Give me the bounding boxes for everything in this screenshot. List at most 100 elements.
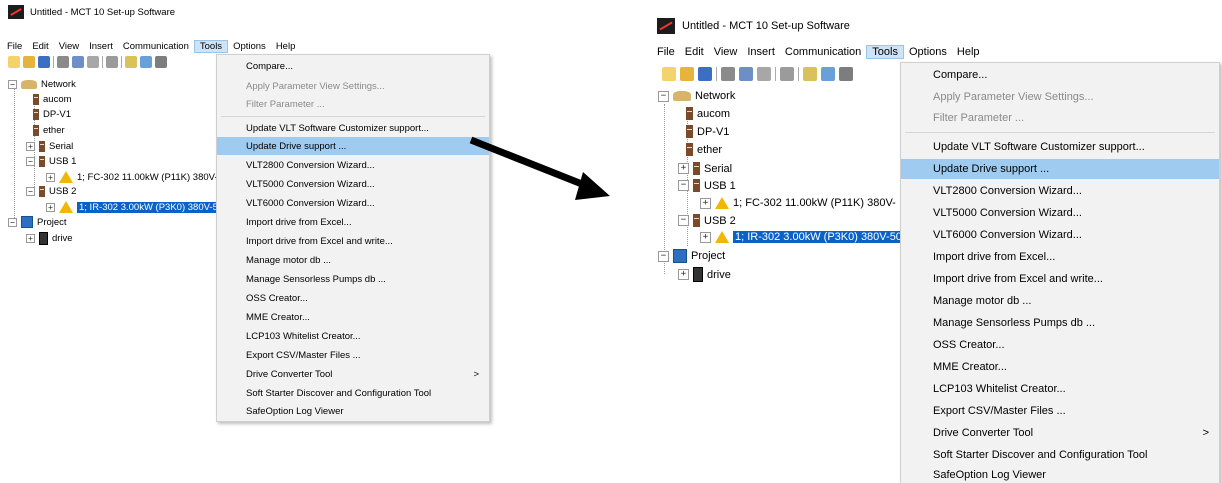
new-file-icon[interactable] [8, 56, 20, 68]
menu-item-vlt6000[interactable]: VLT6000 Conversion Wizard... [901, 225, 1219, 245]
menu-item-import-excel-write[interactable]: Import drive from Excel and write... [217, 232, 489, 250]
cut-icon[interactable] [721, 67, 735, 81]
menu-item-compare[interactable]: Compare... [217, 57, 489, 75]
tree-node-network[interactable]: − Network [658, 90, 735, 102]
menu-item-vlt6000[interactable]: VLT6000 Conversion Wizard... [217, 194, 489, 212]
menu-item-oss-creator[interactable]: OSS Creator... [901, 335, 1219, 355]
menu-item-soft-starter[interactable]: Soft Starter Discover and Configuration … [217, 384, 489, 402]
tree-node-usb1-drive[interactable]: + 1; FC-302 11.00kW (P11K) 380V- [46, 171, 218, 183]
menu-item-update-vlt[interactable]: Update VLT Software Customizer support..… [217, 119, 489, 137]
menu-item-oss-creator[interactable]: OSS Creator... [217, 289, 489, 307]
menu-help[interactable]: Help [952, 46, 985, 58]
tree-icon[interactable] [140, 56, 152, 68]
tree-icon[interactable] [821, 67, 835, 81]
menu-file[interactable]: File [2, 41, 27, 52]
tree-node-aucom[interactable]: aucom [686, 107, 730, 120]
tree-node-usb1[interactable]: − USB 1 [26, 156, 76, 167]
expand-toggle[interactable]: + [700, 231, 711, 243]
menu-item-apply-parameter-view[interactable]: Apply Parameter View Settings... [901, 87, 1219, 107]
tree-node-ether[interactable]: ether [686, 143, 722, 156]
tree-node-drive[interactable]: + drive [26, 232, 73, 245]
menu-file[interactable]: File [652, 46, 680, 58]
menu-item-compare[interactable]: Compare... [901, 65, 1219, 85]
menu-tools[interactable]: Tools [193, 39, 229, 53]
expand-toggle[interactable]: + [46, 172, 55, 182]
menu-item-drive-converter[interactable]: Drive Converter Tool > [217, 365, 489, 383]
paste-icon[interactable] [757, 67, 771, 81]
menu-item-vlt5000[interactable]: VLT5000 Conversion Wizard... [217, 175, 489, 193]
menu-item-import-excel-write[interactable]: Import drive from Excel and write... [901, 269, 1219, 289]
grid-icon[interactable] [155, 56, 167, 68]
collapse-toggle[interactable]: − [658, 90, 669, 102]
menu-item-mme-creator[interactable]: MME Creator... [901, 357, 1219, 377]
menu-item-vlt2800[interactable]: VLT2800 Conversion Wizard... [217, 156, 489, 174]
menu-item-manage-motor[interactable]: Manage motor db ... [901, 291, 1219, 311]
tree-node-usb2-drive[interactable]: + 1; IR-302 3.00kW (P3K0) 380V-50 [700, 231, 904, 243]
collapse-toggle[interactable]: − [678, 180, 689, 191]
menu-edit[interactable]: Edit [680, 46, 709, 58]
menu-view[interactable]: View [709, 46, 743, 58]
menu-item-filter-parameter[interactable]: Filter Parameter ... [901, 108, 1219, 128]
menu-help[interactable]: Help [271, 41, 301, 52]
cut-icon[interactable] [57, 56, 69, 68]
menu-item-soft-starter[interactable]: Soft Starter Discover and Configuration … [901, 445, 1219, 465]
save-icon[interactable] [38, 56, 50, 68]
menu-item-filter-parameter[interactable]: Filter Parameter ... [217, 95, 489, 113]
menu-item-lcp103[interactable]: LCP103 Whitelist Creator... [901, 379, 1219, 399]
tree-node-usb2[interactable]: − USB 2 [678, 214, 736, 227]
collapse-toggle[interactable]: − [8, 217, 17, 227]
menu-item-mme-creator[interactable]: MME Creator... [217, 308, 489, 326]
menu-item-apply-parameter-view[interactable]: Apply Parameter View Settings... [217, 77, 489, 95]
menu-options[interactable]: Options [904, 46, 952, 58]
open-folder-icon[interactable] [680, 67, 694, 81]
menu-insert[interactable]: Insert [742, 46, 780, 58]
menu-communication[interactable]: Communication [780, 46, 866, 58]
menu-insert[interactable]: Insert [84, 41, 118, 52]
menu-item-manage-pumps[interactable]: Manage Sensorless Pumps db ... [217, 270, 489, 288]
tree-node-serial[interactable]: + Serial [678, 162, 732, 175]
ab-icon[interactable] [125, 56, 137, 68]
menu-item-vlt5000[interactable]: VLT5000 Conversion Wizard... [901, 203, 1219, 223]
tree-node-usb2-drive[interactable]: + 1; IR-302 3.00kW (P3K0) 380V-50 [46, 201, 226, 213]
menu-tools[interactable]: Tools [866, 44, 904, 59]
tree-node-serial[interactable]: + Serial [26, 141, 73, 152]
paste-icon[interactable] [87, 56, 99, 68]
ab-icon[interactable] [803, 67, 817, 81]
tree-node-dpv1[interactable]: DP-V1 [686, 125, 729, 138]
menu-item-import-excel[interactable]: Import drive from Excel... [217, 213, 489, 231]
tree-node-drive[interactable]: + drive [678, 267, 731, 282]
menu-item-vlt2800[interactable]: VLT2800 Conversion Wizard... [901, 181, 1219, 201]
menu-options[interactable]: Options [228, 41, 271, 52]
menu-item-update-vlt[interactable]: Update VLT Software Customizer support..… [901, 137, 1219, 157]
menu-item-update-drive-support[interactable]: Update Drive support ... [217, 137, 489, 155]
open-folder-icon[interactable] [23, 56, 35, 68]
new-file-icon[interactable] [662, 67, 676, 81]
collapse-toggle[interactable]: − [26, 157, 35, 166]
tree-node-network[interactable]: − Network [8, 79, 76, 90]
menu-edit[interactable]: Edit [27, 41, 53, 52]
expand-toggle[interactable]: + [678, 269, 689, 280]
menu-item-drive-converter[interactable]: Drive Converter Tool > [901, 423, 1219, 443]
tree-node-usb1[interactable]: − USB 1 [678, 179, 736, 192]
expand-toggle[interactable]: + [700, 197, 711, 209]
tree-node-project[interactable]: − Project [658, 249, 725, 263]
tree-node-ether[interactable]: ether [33, 125, 65, 136]
tree-node-dpv1[interactable]: DP-V1 [33, 109, 71, 120]
expand-toggle[interactable]: + [678, 163, 689, 174]
collapse-toggle[interactable]: − [8, 80, 17, 89]
collapse-toggle[interactable]: − [658, 250, 669, 262]
save-icon[interactable] [698, 67, 712, 81]
menu-item-lcp103[interactable]: LCP103 Whitelist Creator... [217, 327, 489, 345]
tree-node-aucom[interactable]: aucom [33, 94, 72, 105]
menu-item-export-csv[interactable]: Export CSV/Master Files ... [901, 401, 1219, 421]
tree-node-usb2[interactable]: − USB 2 [26, 186, 76, 197]
tree-node-usb1-drive[interactable]: + 1; FC-302 11.00kW (P11K) 380V- [700, 197, 896, 209]
menu-item-update-drive-support[interactable]: Update Drive support ... [901, 159, 1219, 179]
menu-item-export-csv[interactable]: Export CSV/Master Files ... [217, 346, 489, 364]
menu-item-manage-motor[interactable]: Manage motor db ... [217, 251, 489, 269]
collapse-toggle[interactable]: − [678, 215, 689, 226]
tree-node-project[interactable]: − Project [8, 216, 67, 228]
menu-item-manage-pumps[interactable]: Manage Sensorless Pumps db ... [901, 313, 1219, 333]
menu-item-safeoption[interactable]: SafeOption Log Viewer [217, 402, 489, 420]
expand-toggle[interactable]: + [26, 142, 35, 151]
